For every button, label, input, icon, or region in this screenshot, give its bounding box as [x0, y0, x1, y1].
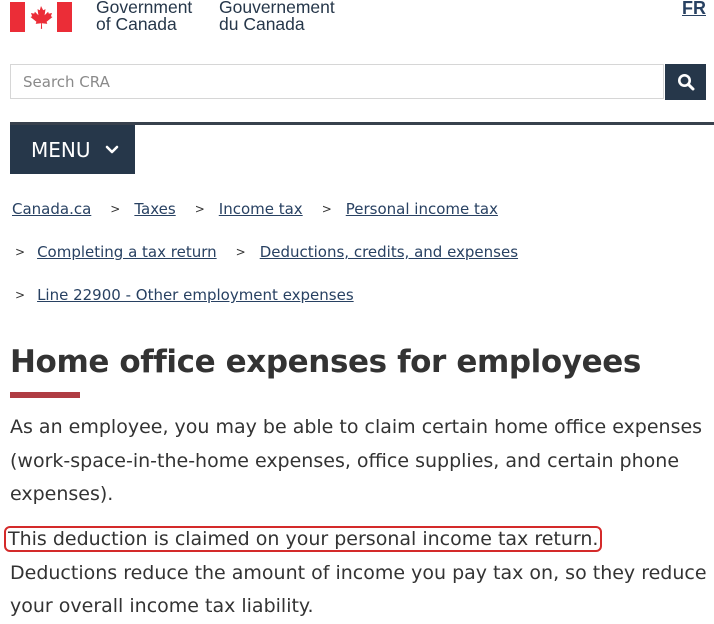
breadcrumb-separator: > — [194, 202, 205, 216]
search-button[interactable] — [665, 64, 706, 100]
breadcrumb-row-1: Canada.ca > Taxes > Income tax > Persona… — [12, 200, 498, 218]
search-icon — [677, 74, 694, 91]
breadcrumb-completing-tax-return[interactable]: Completing a tax return — [37, 243, 217, 261]
intro-paragraph: As an employee, you may be able to claim… — [10, 416, 703, 505]
brand-name-english[interactable]: Government of Canada — [96, 0, 192, 33]
breadcrumb-canada-ca[interactable]: Canada.ca — [12, 200, 91, 218]
breadcrumb-separator: > — [321, 202, 332, 216]
breadcrumb-separator: > — [15, 288, 26, 302]
breadcrumb-row-2: > Completing a tax return > Deductions, … — [12, 243, 518, 261]
search-input[interactable] — [11, 65, 663, 98]
canada-flag-icon — [10, 2, 72, 32]
brand-en-line-2: of Canada — [96, 14, 177, 34]
breadcrumb-taxes[interactable]: Taxes — [134, 200, 175, 218]
breadcrumb-deductions-credits-expenses[interactable]: Deductions, credits, and expenses — [260, 243, 518, 261]
chevron-down-icon — [105, 145, 118, 153]
language-toggle-link[interactable]: FR — [682, 0, 706, 19]
menu-button[interactable]: MENU — [10, 125, 135, 174]
breadcrumb-separator: > — [110, 202, 121, 216]
highlighted-sentence: This deduction is claimed on your person… — [3, 526, 603, 552]
breadcrumb-separator: > — [235, 245, 246, 259]
breadcrumb-personal-income-tax[interactable]: Personal income tax — [346, 200, 498, 218]
breadcrumb-line-22900[interactable]: Line 22900 - Other employment expenses — [37, 286, 354, 304]
brand-fr-line-2: du Canada — [219, 14, 305, 34]
brand-name-french[interactable]: Gouvernement du Canada — [219, 0, 335, 33]
breadcrumb-income-tax[interactable]: Income tax — [219, 200, 303, 218]
deduction-paragraph: This deduction is claimed on your person… — [3, 523, 710, 624]
search-box — [10, 64, 664, 99]
page-title: Home office expenses for employees — [10, 344, 641, 380]
deduction-continuation: Deductions reduce the amount of income y… — [10, 561, 707, 618]
breadcrumb-row-3: > Line 22900 - Other employment expenses — [12, 286, 354, 304]
breadcrumb-separator: > — [15, 245, 26, 259]
menu-label: MENU — [31, 137, 91, 162]
title-underline — [10, 392, 80, 398]
